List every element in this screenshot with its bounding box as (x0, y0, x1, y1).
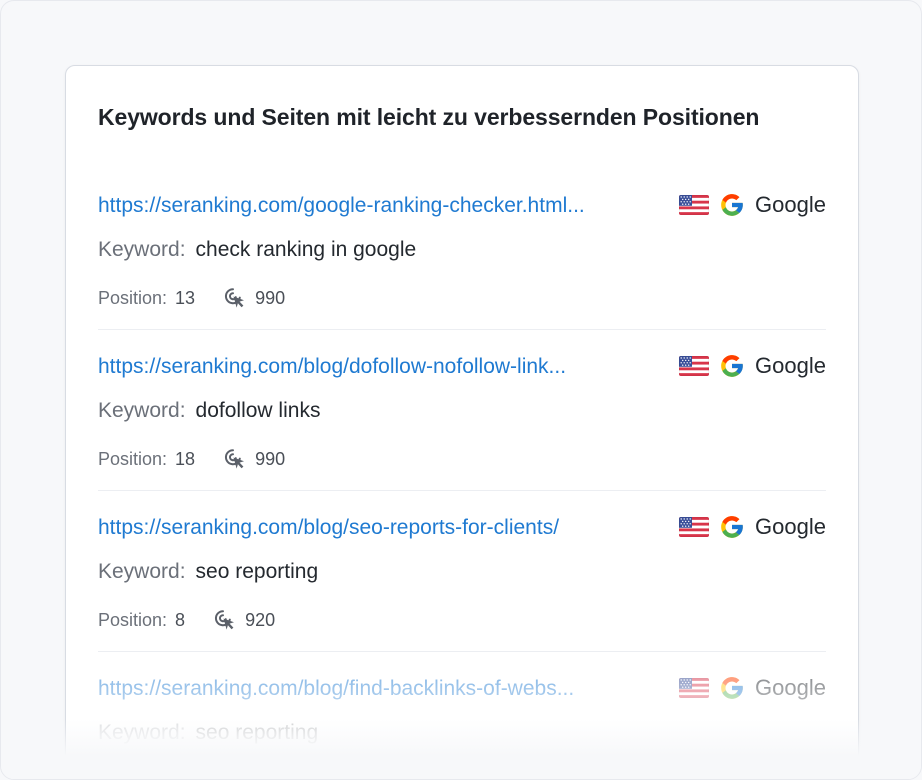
search-engine: Google (679, 675, 826, 701)
position-line: Position: 18 990 (98, 447, 285, 471)
search-engine-name: Google (755, 514, 826, 539)
keyword-value: seo reporting (195, 560, 319, 583)
search-engine: Google (679, 514, 826, 540)
keyword-line: Keyword: check ranking in google (98, 238, 416, 262)
position-label: Position: (98, 448, 168, 469)
google-logo-icon (721, 677, 743, 699)
search-engine: Google (679, 192, 826, 218)
keyword-line: Keyword: seo reporting (98, 560, 318, 584)
us-flag-icon (679, 195, 710, 215)
page-url-link[interactable]: https://seranking.com/google-ranking-che… (98, 194, 650, 218)
keyword-label: Keyword: (98, 399, 186, 422)
google-logo-icon (721, 194, 743, 216)
list-item: https://seranking.com/blog/seo-reports-f… (98, 492, 826, 652)
us-flag-icon (679, 678, 710, 698)
position-value: 13 (175, 287, 196, 308)
search-engine-name: Google (755, 353, 826, 378)
position-line: Position: 13 990 (98, 286, 285, 310)
page-url-link[interactable]: https://seranking.com/blog/seo-reports-f… (98, 516, 650, 540)
us-flag-icon (679, 356, 710, 376)
position-value: 8 (175, 609, 186, 630)
click-volume-icon (215, 610, 235, 630)
keywords-card: Keywords und Seiten mit leicht zu verbes… (65, 65, 859, 779)
search-volume-value: 920 (245, 609, 276, 630)
position-label: Position: (98, 287, 168, 308)
search-engine-name: Google (755, 675, 826, 700)
google-logo-icon (721, 516, 743, 538)
card-title: Keywords und Seiten mit leicht zu verbes… (98, 104, 760, 130)
search-volume-value: 990 (255, 448, 286, 469)
keyword-label: Keyword: (98, 721, 186, 744)
keyword-line: Keyword: dofollow links (98, 399, 320, 423)
keyword-line: Keyword: seo reporting (98, 721, 318, 745)
list-item: https://seranking.com/blog/find-backlink… (98, 653, 826, 779)
search-volume-value: 990 (255, 287, 286, 308)
click-volume-icon (225, 449, 245, 469)
keyword-value: check ranking in google (195, 238, 417, 261)
position-label: Position: (98, 609, 168, 630)
keyword-value: dofollow links (195, 399, 321, 422)
keyword-label: Keyword: (98, 560, 186, 583)
search-engine: Google (679, 353, 826, 379)
position-value: 18 (175, 448, 196, 469)
page-url-link[interactable]: https://seranking.com/blog/dofollow-nofo… (98, 355, 650, 379)
position-line: Position: 8 920 (98, 608, 275, 632)
google-logo-icon (721, 355, 743, 377)
keyword-value: seo reporting (195, 721, 319, 744)
page-url-link[interactable]: https://seranking.com/blog/find-backlink… (98, 677, 650, 701)
keyword-label: Keyword: (98, 238, 186, 261)
list-item: https://seranking.com/blog/dofollow-nofo… (98, 331, 826, 491)
list-item: https://seranking.com/google-ranking-che… (98, 170, 826, 330)
click-volume-icon (225, 288, 245, 308)
page-frame: Keywords und Seiten mit leicht zu verbes… (0, 0, 922, 780)
keyword-list: https://seranking.com/google-ranking-che… (98, 170, 826, 779)
search-engine-name: Google (755, 192, 826, 217)
us-flag-icon (679, 517, 710, 537)
